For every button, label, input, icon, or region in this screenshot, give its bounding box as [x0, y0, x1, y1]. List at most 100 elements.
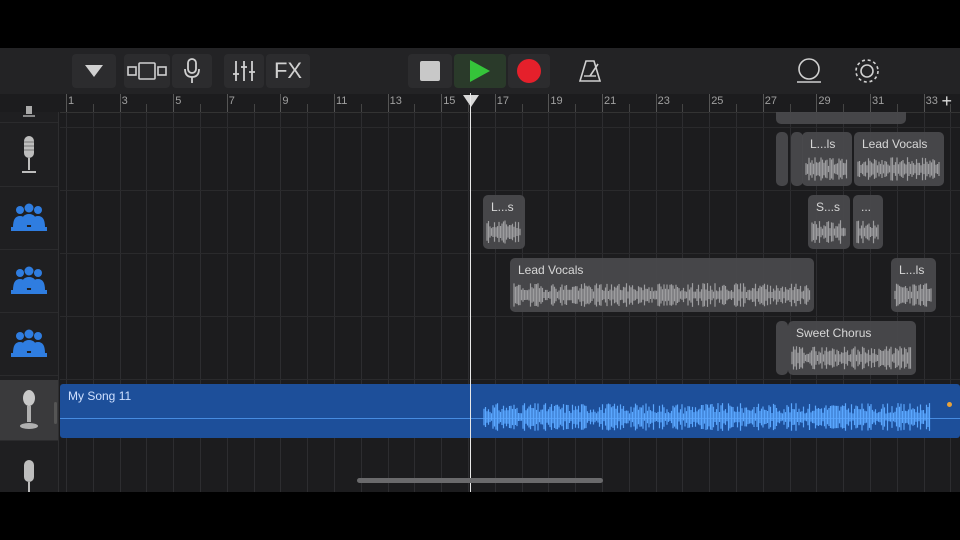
- waveform: [856, 220, 879, 244]
- track-lane-choir-1: L...s S...s ...: [60, 191, 960, 254]
- ruler-tick: [441, 94, 443, 112]
- ruler-tick: [602, 94, 603, 112]
- track-header-partial-top[interactable]: [0, 102, 58, 123]
- ruler-number: 1: [68, 95, 75, 107]
- region-marker-dot: [947, 402, 952, 407]
- waveform: [811, 220, 846, 244]
- metronome-button[interactable]: [570, 54, 610, 88]
- region-partial[interactable]: [776, 112, 906, 124]
- track-header-choir-2[interactable]: [0, 250, 58, 313]
- track-header-choir-3[interactable]: [0, 313, 58, 376]
- ruler-tick: [387, 94, 389, 112]
- ruler-number: 9: [282, 95, 289, 107]
- region-ellipsis[interactable]: ...: [853, 195, 883, 249]
- region-l-ls[interactable]: L...ls: [802, 132, 852, 186]
- ruler-tick: [146, 104, 148, 112]
- waveform: [805, 157, 848, 181]
- ruler-number: 23: [657, 95, 670, 107]
- track-header-mic[interactable]: [0, 124, 58, 187]
- waveform: [486, 220, 521, 244]
- garageband-window: FX + 1 3 5 7 9 11 13 15 17 19 21 23 25 27 29 31 33: [0, 48, 960, 492]
- ruler-number: 29: [818, 95, 831, 107]
- choir-icon: [11, 266, 47, 294]
- ruler-tick: [66, 94, 67, 112]
- metronome-icon: [578, 60, 602, 82]
- ruler-tick: [414, 104, 416, 112]
- ruler-tick: [334, 94, 335, 112]
- region-small-3[interactable]: [776, 321, 788, 375]
- track-header-choir-1[interactable]: [0, 187, 58, 250]
- ruler-tick: [521, 104, 523, 112]
- vintage-microphone-icon: [20, 390, 38, 429]
- ruler-number: 17: [496, 95, 510, 107]
- tracks-area[interactable]: L...ls Lead Vocals L...s S...s ... Lead …: [60, 112, 960, 492]
- ruler-number: 19: [550, 95, 563, 107]
- ruler-tick: [575, 104, 577, 112]
- ruler-tick: [307, 104, 309, 112]
- ruler-tick: [628, 104, 630, 112]
- record-icon: [517, 59, 541, 83]
- ruler-number: 25: [711, 95, 724, 107]
- region-l-ls-2[interactable]: L...ls: [891, 258, 936, 312]
- ruler-tick: [870, 94, 871, 112]
- region-lead-vocals-2[interactable]: Lead Vocals: [510, 258, 814, 312]
- waveform: [791, 346, 912, 370]
- playhead-line[interactable]: [470, 93, 471, 492]
- ruler-tick: [173, 94, 175, 112]
- track-headers: [0, 106, 59, 492]
- stop-button[interactable]: [408, 54, 452, 88]
- sliders-icon: [233, 61, 255, 81]
- timeline-ruler[interactable]: + 1 3 5 7 9 11 13 15 17 19 21 23 25 27 29 31 33: [60, 91, 960, 113]
- ruler-tick: [280, 94, 282, 112]
- microphone-button[interactable]: [172, 54, 212, 88]
- header-resize-handle[interactable]: [54, 402, 57, 424]
- view-toggle-button[interactable]: [124, 54, 170, 88]
- ruler-number: 33: [925, 95, 938, 107]
- ruler-tick: [200, 104, 201, 112]
- gear-icon: [855, 59, 879, 83]
- track-lane-partial-top: [60, 112, 960, 128]
- ruler-number: 15: [443, 95, 456, 107]
- stop-icon: [420, 61, 440, 81]
- fx-button[interactable]: FX: [266, 54, 310, 88]
- play-button[interactable]: [454, 54, 506, 88]
- ruler-tick: [843, 104, 845, 112]
- ruler-tick: [494, 94, 496, 112]
- ruler-tick: [762, 94, 764, 112]
- ruler-number: 5: [175, 95, 182, 107]
- microphone-icon: [22, 136, 36, 173]
- ruler-tick: [360, 104, 362, 112]
- choir-icon: [11, 329, 47, 357]
- microphone-icon: [23, 106, 35, 117]
- tracks-view-icon: [127, 62, 167, 80]
- ruler-tick: [226, 94, 228, 112]
- region-lead-vocals-1[interactable]: Lead Vocals: [854, 132, 944, 186]
- waveform: [857, 157, 940, 181]
- horizontal-scrollbar[interactable]: [357, 478, 603, 483]
- choir-icon: [11, 203, 47, 231]
- mixer-button[interactable]: [224, 54, 264, 88]
- region-s-s[interactable]: S...s: [808, 195, 850, 249]
- region-l-s[interactable]: L...s: [483, 195, 525, 249]
- ruler-number: 21: [604, 95, 617, 107]
- ruler-tick: [655, 94, 657, 112]
- triangle-down-icon: [85, 65, 103, 77]
- track-header-partial-bottom[interactable]: [0, 445, 58, 492]
- browser-dropdown-button[interactable]: [72, 54, 116, 88]
- region-sweet-chorus[interactable]: Sweet Chorus: [788, 321, 916, 375]
- region-my-song-11[interactable]: My Song 11: [60, 384, 960, 438]
- fx-label: FX: [273, 58, 303, 83]
- ruler-number: 3: [121, 95, 128, 107]
- ruler-number: 11: [336, 95, 348, 107]
- microphone-icon: [24, 460, 34, 492]
- playhead-handle[interactable]: [463, 95, 479, 107]
- region-small[interactable]: [776, 132, 788, 186]
- loop-button[interactable]: [788, 54, 830, 88]
- track-header-vintage-mic-selected[interactable]: [0, 380, 58, 441]
- settings-button[interactable]: [846, 54, 888, 88]
- record-button[interactable]: [508, 54, 550, 88]
- ruler-tick: [548, 94, 550, 112]
- waveform: [483, 403, 931, 431]
- ruler-tick: [923, 94, 925, 112]
- track-lane-selected: My Song 11: [60, 380, 960, 442]
